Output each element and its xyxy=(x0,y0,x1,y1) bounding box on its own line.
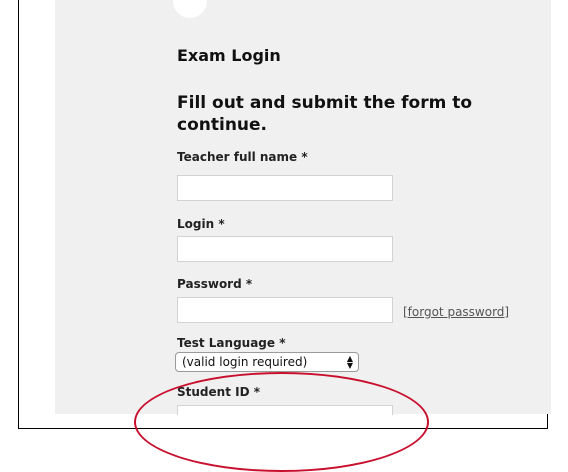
login-label: Login * xyxy=(177,217,225,231)
password-input[interactable] xyxy=(177,297,393,323)
test-language-select[interactable]: (valid login required) ▲ ▼ xyxy=(175,352,359,372)
form-instructions: Fill out and submit the form to continue… xyxy=(177,93,473,135)
login-input[interactable] xyxy=(177,236,393,262)
forgot-password-link[interactable]: [forgot password] xyxy=(403,305,509,319)
up-down-chevron-icon: ▲ ▼ xyxy=(346,354,354,370)
student-id-label: Student ID * xyxy=(177,385,260,399)
student-id-input[interactable] xyxy=(177,405,393,415)
test-language-label: Test Language * xyxy=(177,336,286,350)
page-frame: Exam Login Fill out and submit the form … xyxy=(18,0,551,472)
page-title: Exam Login xyxy=(177,46,281,65)
teacher-full-name-input[interactable] xyxy=(177,175,393,201)
test-language-selected-value: (valid login required) xyxy=(182,355,308,369)
teacher-full-name-label: Teacher full name * xyxy=(177,150,308,164)
password-label: Password * xyxy=(177,277,253,291)
